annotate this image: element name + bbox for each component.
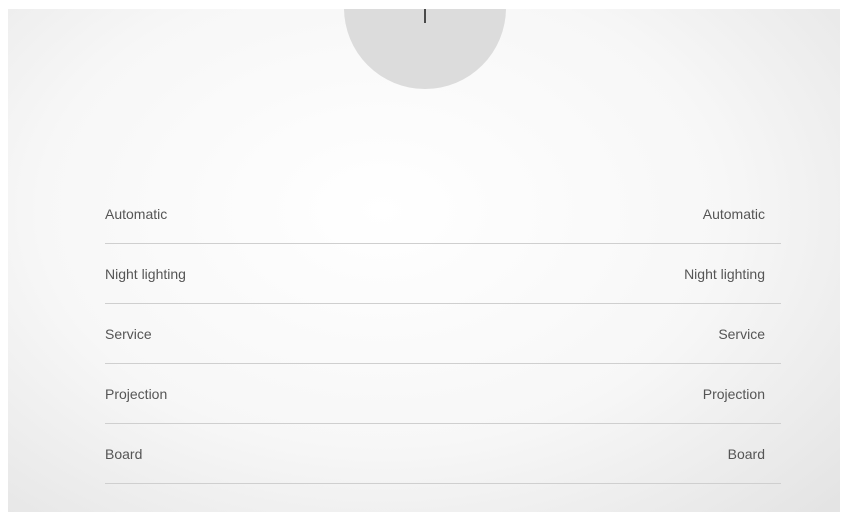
mode-value: Board <box>727 446 765 462</box>
mode-row-board[interactable]: Board Board <box>105 424 781 484</box>
mode-row-night-lighting[interactable]: Night lighting Night lighting <box>105 244 781 304</box>
mode-dial[interactable] <box>344 9 506 89</box>
mode-list: Automatic Automatic Night lighting Night… <box>105 184 781 484</box>
mode-value: Service <box>718 326 765 342</box>
mode-label: Service <box>105 326 152 342</box>
mode-row-automatic[interactable]: Automatic Automatic <box>105 184 781 244</box>
dial-indicator-icon <box>424 9 426 23</box>
mode-value: Automatic <box>702 206 765 222</box>
mode-row-projection[interactable]: Projection Projection <box>105 364 781 424</box>
mode-label: Automatic <box>105 206 168 222</box>
mode-label: Projection <box>105 386 168 402</box>
app-screen: Automatic Automatic Night lighting Night… <box>8 9 840 512</box>
mode-value: Projection <box>702 386 765 402</box>
mode-row-service[interactable]: Service Service <box>105 304 781 364</box>
mode-label: Board <box>105 446 143 462</box>
mode-label: Night lighting <box>105 266 186 282</box>
mode-value: Night lighting <box>684 266 765 282</box>
